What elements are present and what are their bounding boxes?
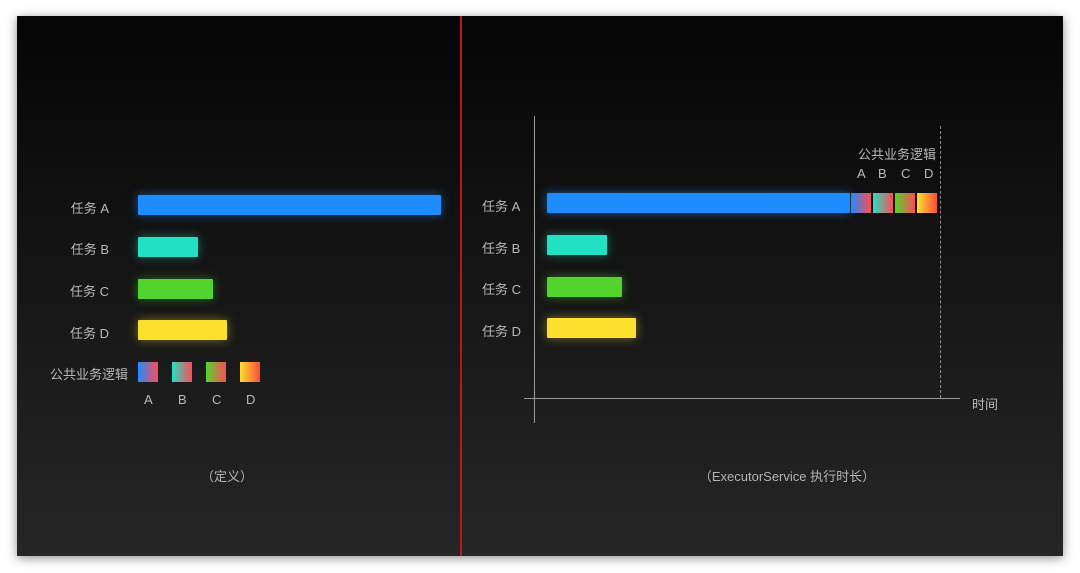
task-d-bar xyxy=(138,320,227,340)
exec-task-a-label: 任务 A xyxy=(482,199,521,214)
exec-chip-a xyxy=(851,193,871,213)
exec-task-b-bar xyxy=(547,235,607,255)
definition-caption: （定义） xyxy=(200,469,253,484)
diagram-panel: 任务 A 任务 B 任务 C 任务 D 公共业务逻辑 A B C D （定义） … xyxy=(17,16,1063,556)
task-b-bar xyxy=(138,237,198,257)
exec-chip-d xyxy=(917,193,937,213)
exec-chip-c xyxy=(895,193,915,213)
shared-chip-a xyxy=(138,362,158,382)
shared-logic-label-right: 公共业务逻辑 xyxy=(858,147,937,162)
task-a-bar xyxy=(138,195,441,215)
shared-part-d-label: D xyxy=(246,392,256,407)
exec-task-c-bar xyxy=(547,277,622,297)
task-b-label: 任务 B xyxy=(70,242,109,257)
right-part-c-label: C xyxy=(901,166,911,181)
task-c-label: 任务 C xyxy=(69,284,109,299)
right-part-b-label: B xyxy=(878,166,887,181)
right-part-a-label: A xyxy=(857,166,866,181)
shared-part-b-label: B xyxy=(178,392,187,407)
exec-task-c-label: 任务 C xyxy=(482,282,522,297)
shared-part-c-label: C xyxy=(212,392,222,407)
task-c-bar xyxy=(138,279,213,299)
exec-task-b-label: 任务 B xyxy=(482,241,521,256)
completion-line xyxy=(940,126,941,398)
time-axis-label: 时间 xyxy=(972,397,999,412)
execution-caption: （ExecutorService 执行时长） xyxy=(698,469,876,484)
shared-logic-label: 公共业务逻辑 xyxy=(49,367,128,382)
exec-task-d-label: 任务 D xyxy=(482,324,522,339)
time-axis xyxy=(524,398,960,399)
shared-chip-d xyxy=(240,362,260,382)
exec-chip-b xyxy=(873,193,893,213)
exec-task-a-bar xyxy=(547,193,850,213)
exec-task-d-bar xyxy=(547,318,636,338)
y-axis xyxy=(534,116,535,423)
shared-part-a-label: A xyxy=(144,392,153,407)
task-a-label: 任务 A xyxy=(70,201,109,216)
shared-chip-c xyxy=(206,362,226,382)
shared-chip-b xyxy=(172,362,192,382)
task-d-label: 任务 D xyxy=(69,326,109,341)
right-part-d-label: D xyxy=(924,166,934,181)
section-divider xyxy=(460,16,462,556)
